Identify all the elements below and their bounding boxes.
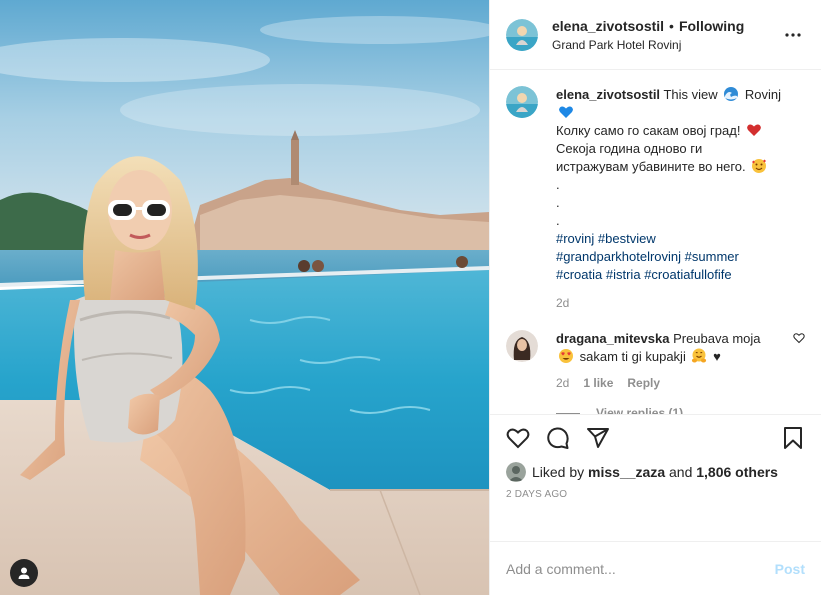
bookmark-icon: [784, 427, 802, 449]
hashtag-link[interactable]: #grandparkhotelrovinj: [556, 249, 681, 264]
avatar-image: [506, 462, 526, 482]
post-image: [0, 0, 489, 595]
author-username[interactable]: elena_zivotsostil: [552, 18, 664, 34]
avatar-image: [506, 18, 538, 51]
author-avatar[interactable]: [506, 18, 538, 51]
like-button[interactable]: [506, 426, 530, 450]
caption-dot-3: .: [556, 213, 560, 228]
hashtag-link[interactable]: #bestview: [598, 231, 656, 246]
hashtag-link[interactable]: #croatiafullofife: [644, 267, 731, 282]
caption-line-1b: Rovinj: [744, 87, 781, 102]
post-comment-button[interactable]: Post: [775, 561, 805, 577]
post-timestamp[interactable]: 2 DAYS AGO: [506, 489, 805, 509]
likes-summary: Liked by miss__zaza and 1,806 others: [506, 461, 805, 483]
caption: elena_zivotsostil This view Rovinj Колку…: [506, 86, 805, 312]
comments-list[interactable]: elena_zivotsostil This view Rovinj Колку…: [490, 70, 821, 414]
comment-meta: 2d 1 like Reply: [556, 376, 766, 390]
caption-line-2: Колку само го сакам овој град!: [556, 123, 741, 138]
liker-username[interactable]: miss__zaza: [588, 464, 665, 480]
likes-conjunction: and: [669, 464, 693, 480]
comment-text-part-1: Preubava moja: [673, 331, 761, 346]
liker-avatar[interactable]: [506, 462, 526, 482]
blue-heart-emoji-icon: [559, 106, 573, 118]
post-header: elena_zivotsostil • Following Grand Park…: [490, 0, 821, 70]
caption-dot-1: .: [556, 177, 560, 192]
hashtag-link[interactable]: #croatia: [556, 267, 602, 282]
view-replies-label: View replies (1): [596, 406, 684, 414]
comment-text-part-2: sakam ti gi kupakji: [579, 349, 686, 364]
save-button[interactable]: [781, 426, 805, 450]
comment-button[interactable]: [546, 426, 570, 450]
caption-line-3: Секоја година одново ги: [556, 141, 703, 156]
heart-eyes-emoji-icon: [559, 349, 573, 363]
like-comment-button[interactable]: [793, 332, 805, 347]
heart-exclamation-emoji-icon: [747, 124, 761, 136]
comment-bubble-icon: [547, 427, 569, 449]
paper-plane-icon: [587, 428, 609, 448]
comment-input[interactable]: [506, 560, 775, 577]
instagram-post-modal: elena_zivotsostil • Following Grand Park…: [0, 0, 821, 595]
post-actions-section: Liked by miss__zaza and 1,806 others 2 D…: [490, 414, 821, 509]
reply-button[interactable]: Reply: [627, 376, 660, 390]
commenter-username[interactable]: dragana_mitevska: [556, 331, 669, 346]
post-photo[interactable]: [0, 0, 489, 595]
user-silhouette-icon: [18, 567, 30, 579]
caption-line-1: This view: [663, 87, 718, 102]
caption-line-4: истражувам убавините во него.: [556, 159, 746, 174]
tagged-users-button[interactable]: [10, 559, 38, 587]
more-options-button[interactable]: [781, 23, 805, 47]
view-replies-button[interactable]: View replies (1): [556, 406, 805, 414]
following-button[interactable]: Following: [679, 18, 744, 34]
heart-outline-icon: [793, 333, 805, 344]
comment-item: dragana_mitevska Preubava moja sakam ti …: [506, 330, 805, 390]
hugging-face-emoji-icon: [692, 348, 707, 363]
more-options-icon: [785, 32, 801, 37]
add-comment-bar: Post: [490, 541, 821, 595]
comment-timestamp[interactable]: 2d: [556, 376, 569, 390]
post-side-panel: elena_zivotsostil • Following Grand Park…: [489, 0, 821, 595]
hashtag-link[interactable]: #istria: [606, 267, 641, 282]
caption-text: elena_zivotsostil This view Rovinj Колку…: [556, 86, 788, 312]
separator-dot: •: [669, 17, 674, 34]
post-location[interactable]: Grand Park Hotel Rovinj: [552, 38, 781, 52]
caption-timestamp[interactable]: 2d: [556, 294, 788, 312]
likes-others-link[interactable]: 1,806 others: [696, 464, 778, 480]
share-button[interactable]: [586, 426, 610, 450]
comment-text-part-3: ♥: [713, 349, 721, 364]
likes-prefix: Liked by: [532, 464, 585, 480]
heart-icon: [506, 428, 530, 449]
caption-username[interactable]: elena_zivotsostil: [556, 87, 660, 102]
hashtag-link[interactable]: #rovinj: [556, 231, 594, 246]
caption-dot-2: .: [556, 195, 560, 210]
caption-avatar[interactable]: [506, 86, 538, 118]
wave-emoji-icon: [724, 87, 739, 101]
avatar-image: [506, 330, 538, 362]
comment-likes[interactable]: 1 like: [583, 376, 613, 390]
hashtag-link[interactable]: #summer: [685, 249, 739, 264]
action-bar: [506, 415, 805, 461]
avatar-image: [506, 86, 538, 118]
smiling-face-hearts-emoji-icon: [752, 159, 767, 173]
commenter-avatar[interactable]: [506, 330, 538, 362]
comment-text: dragana_mitevska Preubava moja sakam ti …: [556, 330, 766, 366]
